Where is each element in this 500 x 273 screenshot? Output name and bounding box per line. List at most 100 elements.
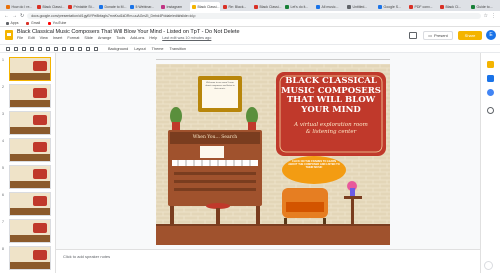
text-box-icon[interactable] xyxy=(62,46,66,51)
title-line-4: YOUR MIND xyxy=(301,104,361,115)
tab-favicon-icon xyxy=(192,4,196,9)
line-icon[interactable] xyxy=(86,46,90,51)
browser-tab[interactable]: PDF conv... xyxy=(407,2,437,11)
menu-item[interactable]: Slide xyxy=(84,36,92,40)
avatar[interactable]: E xyxy=(486,30,496,40)
menu-item[interactable]: Insert xyxy=(53,36,63,40)
thumbnail-banner xyxy=(33,196,47,206)
tab-label: PDF conv... xyxy=(414,4,433,9)
add-icon[interactable] xyxy=(487,107,494,114)
print-icon[interactable] xyxy=(30,46,34,51)
calendar-icon[interactable] xyxy=(487,89,494,96)
browser-tab[interactable]: Black Classi... xyxy=(190,2,220,11)
tasks-icon[interactable] xyxy=(487,75,494,82)
zoom-icon[interactable] xyxy=(46,46,50,51)
comment-icon[interactable] xyxy=(409,32,417,39)
new-slide-icon[interactable] xyxy=(6,46,10,51)
keep-icon[interactable] xyxy=(487,61,494,68)
bookmark-item[interactable]: Gmail xyxy=(26,21,40,25)
reload-icon[interactable]: ↻ xyxy=(20,13,24,19)
browser-tab[interactable]: Printable St... xyxy=(66,2,96,11)
browser-tab[interactable]: Untitled... xyxy=(345,2,375,11)
menu-item[interactable]: View xyxy=(40,36,48,40)
browser-tab[interactable]: How do I re... xyxy=(4,2,34,11)
share-button[interactable]: Share xyxy=(458,31,482,40)
editor-toolbar: Background Layout Theme Transition xyxy=(0,44,500,53)
browser-tab[interactable]: Instagram xyxy=(159,2,189,11)
tab-label: How do I re... xyxy=(11,4,33,9)
menu-item[interactable]: File xyxy=(17,36,23,40)
browser-tab-bar: How do I re... Black Classi... Printable S… xyxy=(0,0,500,11)
slide-thumbnail[interactable] xyxy=(9,84,51,108)
tab-label: Let's do it... xyxy=(290,4,309,9)
menu-item[interactable]: Add-ons xyxy=(130,36,144,40)
menu-item[interactable]: Tools xyxy=(116,36,125,40)
tab-label: Re: Black... xyxy=(228,4,247,9)
image-icon[interactable] xyxy=(70,46,74,51)
current-slide[interactable]: Welcome to our room! Learn about compose… xyxy=(156,64,390,245)
slide-thumbnail[interactable] xyxy=(9,57,51,81)
redo-icon[interactable] xyxy=(22,46,26,51)
slide-subtitle: A virtual exploration room & listening c… xyxy=(280,122,382,136)
bookmark-item[interactable]: YouTube xyxy=(48,21,66,25)
menu-item[interactable]: Edit xyxy=(28,36,35,40)
slide-thumbnail[interactable] xyxy=(9,192,51,216)
tab-favicon-icon xyxy=(285,4,289,9)
back-icon[interactable]: ← xyxy=(4,13,9,19)
select-icon[interactable] xyxy=(54,46,58,51)
browser-tab[interactable]: Let's do it... xyxy=(283,2,313,11)
browser-tab[interactable]: Guide to... xyxy=(469,2,499,11)
comment-add-icon[interactable] xyxy=(94,46,98,51)
tab-label: Black Classi... xyxy=(197,4,220,9)
menu-item[interactable]: Help xyxy=(149,36,157,40)
toolbar-button[interactable]: Background xyxy=(108,47,128,51)
slide-number: 4 xyxy=(2,139,4,143)
toolbar-button[interactable]: Theme xyxy=(152,47,164,51)
tab-favicon-icon xyxy=(6,4,10,9)
ruler xyxy=(156,57,390,60)
thumbnail-floor xyxy=(10,127,50,134)
menu-icon[interactable]: ⋮ xyxy=(491,13,496,19)
tab-favicon-icon xyxy=(254,4,258,9)
slide-thumbnail[interactable] xyxy=(9,219,51,243)
wooden-floor xyxy=(156,224,390,245)
menu-item[interactable]: Arrange xyxy=(98,36,112,40)
bookmark-item[interactable]: Apps xyxy=(6,21,18,25)
browser-tab[interactable]: 5 Webinar... xyxy=(128,2,158,11)
star-icon[interactable]: ☆ xyxy=(484,13,488,19)
document-title[interactable]: Black Classical Music Composers That Wil… xyxy=(17,29,240,35)
speaker-notes[interactable]: Click to add speaker notes xyxy=(56,249,480,269)
tab-label: Donate to M... xyxy=(104,4,127,9)
bookmarks-bar: Apps Gmail YouTube xyxy=(0,20,500,27)
shape-icon[interactable] xyxy=(78,46,82,51)
explore-icon[interactable] xyxy=(484,261,493,270)
present-button[interactable]: ▭ Present xyxy=(423,31,453,40)
browser-tab[interactable]: Black Classi... xyxy=(252,2,282,11)
slides-logo-icon[interactable] xyxy=(5,30,13,40)
slide-thumbnail[interactable] xyxy=(9,138,51,162)
toolbar-button[interactable]: Transition xyxy=(170,47,187,51)
tab-label: Black Classi... xyxy=(42,4,65,9)
browser-tab[interactable]: Black Cl... xyxy=(438,2,468,11)
forward-icon[interactable]: → xyxy=(12,13,17,19)
url-field[interactable]: docs.google.com/presentation/d/1gyBYPe8b… xyxy=(27,12,481,19)
toolbar-button[interactable]: Layout xyxy=(134,47,145,51)
menu-item[interactable]: Format xyxy=(67,36,79,40)
slide-thumbnail[interactable] xyxy=(9,111,51,135)
browser-tab[interactable]: Donate to M... xyxy=(97,2,127,11)
undo-icon[interactable] xyxy=(14,46,18,51)
slide-thumbnail[interactable] xyxy=(9,165,51,189)
slide-thumbnail[interactable] xyxy=(9,246,51,270)
present-icon: ▭ xyxy=(428,33,432,38)
tab-favicon-icon xyxy=(409,4,413,9)
browser-tab[interactable]: Google S... xyxy=(376,2,406,11)
side-panel xyxy=(480,53,500,273)
speaker-notes-placeholder: Click to add speaker notes xyxy=(63,254,111,259)
browser-tab[interactable]: All music... xyxy=(314,2,344,11)
document-header: Black Classical Music Composers That Wil… xyxy=(0,27,500,44)
browser-tab[interactable]: Black Classi... xyxy=(35,2,65,11)
browser-tab[interactable]: Re: Black... xyxy=(221,2,251,11)
paint-format-icon[interactable] xyxy=(38,46,42,51)
thumbnail-banner xyxy=(33,223,47,233)
menu-item[interactable]: Last edit was 10 minutes ago xyxy=(162,36,211,40)
